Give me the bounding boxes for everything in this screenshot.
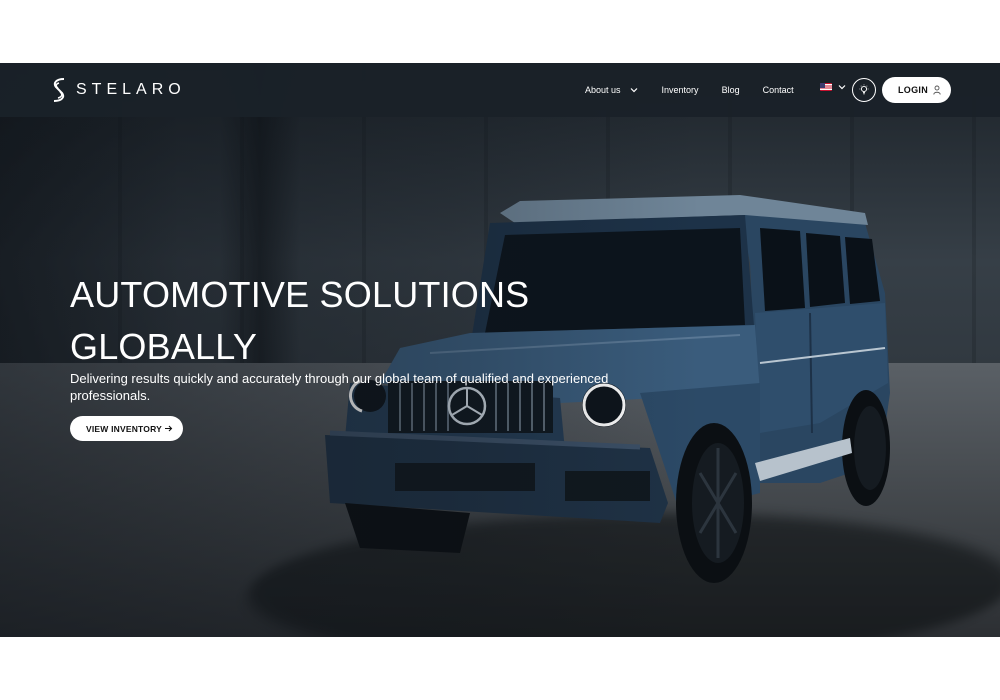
hero-title: AUTOMOTIVE SOLUTIONS GLOBALLY bbox=[70, 269, 590, 373]
nav-item-contact[interactable]: Contact bbox=[763, 85, 794, 95]
nav-item-label: About us bbox=[585, 85, 621, 95]
nav-item-label: Blog bbox=[721, 85, 740, 95]
hero-section: STELARO About us Inventory Blog Contact bbox=[0, 63, 1000, 637]
hero-title-line-2: GLOBALLY bbox=[70, 326, 258, 367]
lightbulb-icon bbox=[859, 84, 869, 95]
brand-logo[interactable]: STELARO bbox=[50, 76, 186, 104]
nav-item-inventory[interactable]: Inventory bbox=[662, 85, 699, 95]
brand-name: STELARO bbox=[76, 81, 186, 98]
language-selector[interactable] bbox=[820, 82, 847, 92]
nav-item-label: Contact bbox=[762, 85, 794, 95]
stelaro-s-logo-icon bbox=[53, 78, 65, 102]
theme-toggle-button[interactable] bbox=[852, 78, 876, 102]
top-navbar: STELARO About us Inventory Blog Contact bbox=[0, 63, 1000, 117]
hero-title-line-1: AUTOMOTIVE SOLUTIONS bbox=[70, 274, 530, 315]
user-icon bbox=[933, 85, 941, 95]
view-inventory-label: VIEW INVENTORY bbox=[86, 423, 163, 434]
nav-item-label: Inventory bbox=[661, 85, 699, 95]
nav-item-blog[interactable]: Blog bbox=[722, 85, 740, 95]
login-button[interactable]: LOGIN bbox=[882, 77, 951, 103]
chevron-down-icon bbox=[838, 85, 846, 90]
login-label: LOGIN bbox=[898, 85, 928, 95]
view-inventory-button[interactable]: VIEW INVENTORY bbox=[70, 416, 183, 441]
nav-item-about-us[interactable]: About us bbox=[585, 85, 639, 95]
us-flag-icon bbox=[820, 83, 832, 91]
chevron-down-icon bbox=[630, 88, 637, 93]
nav-menu: About us Inventory Blog Contact bbox=[585, 63, 817, 117]
arrow-right-icon bbox=[165, 425, 173, 432]
hero-subtitle: Delivering results quickly and accuratel… bbox=[70, 371, 609, 403]
